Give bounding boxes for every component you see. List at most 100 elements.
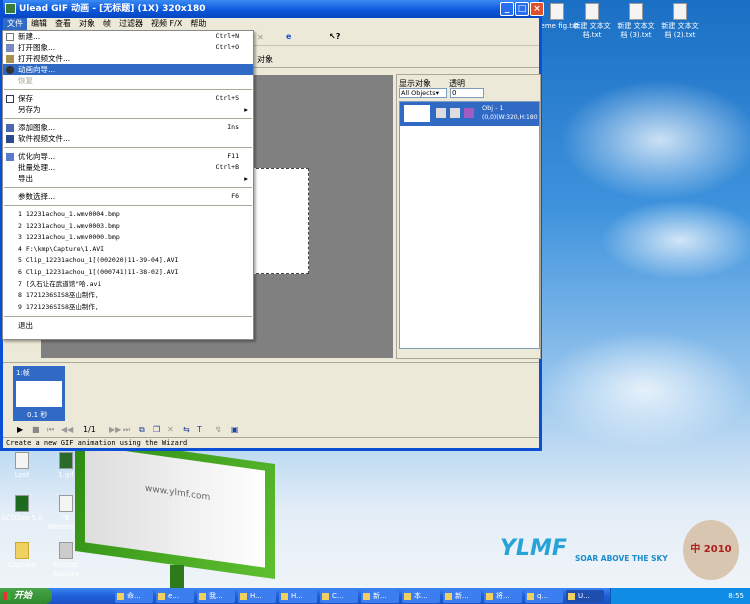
desktop-icon[interactable]: 新建 文本文档.txt xyxy=(570,3,614,40)
reverse-icon[interactable]: ↯ xyxy=(215,425,222,434)
maximize-button[interactable]: □ xyxy=(515,2,529,16)
menu-item-new[interactable]: 新建... Ctrl+N xyxy=(3,31,253,42)
recent-file-item[interactable]: 4 F:\kmp\Capture\1.AVI xyxy=(3,244,253,256)
taskbar-item[interactable]: q... xyxy=(525,589,563,603)
lock-icon[interactable] xyxy=(450,108,460,118)
select-value: All Objects xyxy=(401,89,436,97)
menu-item-save[interactable]: 保存 Ctrl+S xyxy=(3,93,253,104)
menu-item-revert[interactable]: 恢复 xyxy=(3,75,253,86)
desktop-icon[interactable]: Lost xyxy=(0,452,44,480)
menu-object[interactable]: 对象 xyxy=(75,18,99,30)
menu-item-add-video[interactable]: 软件视频文件... xyxy=(3,133,253,144)
app-icon xyxy=(158,592,165,600)
clock[interactable]: 8:55 xyxy=(728,592,744,600)
shortcut: Ctrl+B xyxy=(215,163,239,171)
recent-file-item[interactable]: 1 12231achou_1.wmv0004.bmp xyxy=(3,209,253,221)
taskbar-item[interactable]: 本... xyxy=(402,589,440,603)
desktop-icon[interactable]: 新建 文本文档 (2).txt xyxy=(658,3,702,40)
frame-thumbnail[interactable]: 1:帧 0.1 秒 xyxy=(13,366,65,421)
taskbar-item[interactable]: 我... xyxy=(197,589,235,603)
taskbar-item[interactable]: H... xyxy=(279,589,317,603)
recent-file-item[interactable]: 2 12231achou_1.wmv0003.bmp xyxy=(3,221,253,233)
recent-file-item[interactable]: 7 [久石让在武道馆"哈.avi xyxy=(3,279,253,291)
menu-file[interactable]: 文件 xyxy=(3,18,27,30)
recent-file-item[interactable]: 5 Clip_12231achou_1[(002020)11-39-04].AV… xyxy=(3,255,253,267)
play-icon[interactable]: ▶ xyxy=(17,425,23,434)
desktop-icon[interactable]: ACDSee 5.0 xyxy=(0,495,44,523)
menu-item-exit[interactable]: 退出 xyxy=(3,320,253,331)
title-bar[interactable]: Ulead GIF 动画 - [无标题] (1X) 320x180 _ □ × xyxy=(3,0,544,18)
color-icon[interactable] xyxy=(464,108,474,118)
menu-item-open-image[interactable]: 打开图象... Ctrl+O xyxy=(3,42,253,53)
folder-icon xyxy=(363,592,370,600)
recent-file-item[interactable]: 3 12231achou_1.wmv0000.bmp xyxy=(3,232,253,244)
app-icon xyxy=(199,592,206,600)
status-bar: Create a new GIF animation using the Wiz… xyxy=(3,437,539,448)
format-factory-icon xyxy=(59,542,73,559)
menu-view[interactable]: 查看 xyxy=(51,18,75,30)
text-banner-icon[interactable]: T xyxy=(197,425,202,434)
start-label: 开始 xyxy=(14,591,33,601)
desktop-icon[interactable]: Capture xyxy=(0,542,44,570)
menu-item-add-image[interactable]: 添加图象... Ins xyxy=(3,122,253,133)
add-frame-icon[interactable]: ⧉ xyxy=(139,425,145,435)
delete-frame-icon[interactable]: ✕ xyxy=(167,425,174,434)
object-row[interactable]: Obj - 1 (0,0)(W:320,H:180 xyxy=(400,102,539,126)
menu-item-animation-wizard[interactable]: 动画向导... xyxy=(3,64,253,75)
desktop-icon[interactable]: 新建 文本文档 (3).txt xyxy=(614,3,658,40)
label: 优化向导... xyxy=(18,152,56,161)
first-frame-icon[interactable]: ⏮ xyxy=(47,425,54,435)
recent-file-item[interactable]: 8 1721236SIS8巫山制作, xyxy=(3,290,253,302)
app-icon xyxy=(117,592,124,600)
taskbar-item[interactable]: 命... xyxy=(115,589,153,603)
minimize-button[interactable]: _ xyxy=(500,2,514,16)
menu-edit[interactable]: 编辑 xyxy=(27,18,51,30)
menu-item-open-video[interactable]: 打开视频文件... xyxy=(3,53,253,64)
menu-item-optimize-wizard[interactable]: 优化向导... F11 xyxy=(3,151,253,162)
tab-object[interactable]: 对象 xyxy=(257,54,273,65)
stop-icon[interactable]: ■ xyxy=(32,425,40,434)
duplicate-frame-icon[interactable]: ❐ xyxy=(153,425,160,434)
menu-item-export[interactable]: 导出 ▸ xyxy=(3,173,253,184)
taskbar-item[interactable]: 新... xyxy=(443,589,481,603)
taskbar-item-active[interactable]: U... xyxy=(566,589,604,603)
taskbar-item[interactable]: C... xyxy=(320,589,358,603)
taskbar-item[interactable]: e... xyxy=(156,589,194,603)
text-file-icon xyxy=(673,3,687,20)
folder-icon xyxy=(15,542,29,559)
last-frame-icon[interactable]: ⏭ xyxy=(123,425,130,435)
menu-item-batch[interactable]: 批量处理... Ctrl+B xyxy=(3,162,253,173)
shortcut: F11 xyxy=(227,152,239,160)
recent-file-item[interactable]: 6 Clip_12231achou_1[(000741)11-38-02].AV… xyxy=(3,267,253,279)
taskbar-item[interactable]: H... xyxy=(238,589,276,603)
help-pointer-icon[interactable]: ↖? xyxy=(329,32,340,41)
menu-frame[interactable]: 帧 xyxy=(99,18,115,30)
close-button[interactable]: × xyxy=(530,2,544,16)
folder-icon xyxy=(322,592,329,600)
object-filter-select[interactable]: All Objects▾ xyxy=(399,88,447,98)
taskbar-item[interactable]: 将... xyxy=(484,589,522,603)
recent-file-item[interactable]: 9 1721236SIS8巫山制作, xyxy=(3,302,253,314)
taskbar-item[interactable]: 新... xyxy=(361,589,399,603)
menu-filter[interactable]: 过滤器 xyxy=(115,18,147,30)
menu-item-preferences[interactable]: 参数选择... F6 xyxy=(3,191,253,202)
next-frame-icon[interactable]: ▶▶ xyxy=(109,425,121,434)
menu-separator xyxy=(4,187,252,188)
preview-ie-icon[interactable]: e xyxy=(286,32,291,41)
menu-video-fx[interactable]: 视频 F/X xyxy=(147,18,186,30)
submenu-arrow-icon: ▸ xyxy=(244,105,248,114)
frame-properties-icon[interactable]: ▣ xyxy=(231,425,239,434)
tween-icon[interactable]: ⇆ xyxy=(183,425,190,434)
opacity-spinner[interactable]: 0 xyxy=(450,88,484,98)
start-button[interactable]: 开始 xyxy=(0,588,52,604)
visibility-eye-icon[interactable] xyxy=(436,108,446,118)
label: 软件视频文件... xyxy=(18,134,71,143)
prev-frame-icon[interactable]: ◀◀ xyxy=(61,425,73,434)
menu-help[interactable]: 帮助 xyxy=(186,18,210,30)
menu-item-save-as[interactable]: 另存为 ▸ xyxy=(3,104,253,115)
delete-icon[interactable]: ✕ xyxy=(257,33,264,42)
add-image-icon xyxy=(6,124,14,132)
frame-delay[interactable]: 0.1 秒 xyxy=(27,410,47,420)
shortcut: Ctrl+N xyxy=(215,32,239,40)
shortcut: Ins xyxy=(227,123,239,131)
